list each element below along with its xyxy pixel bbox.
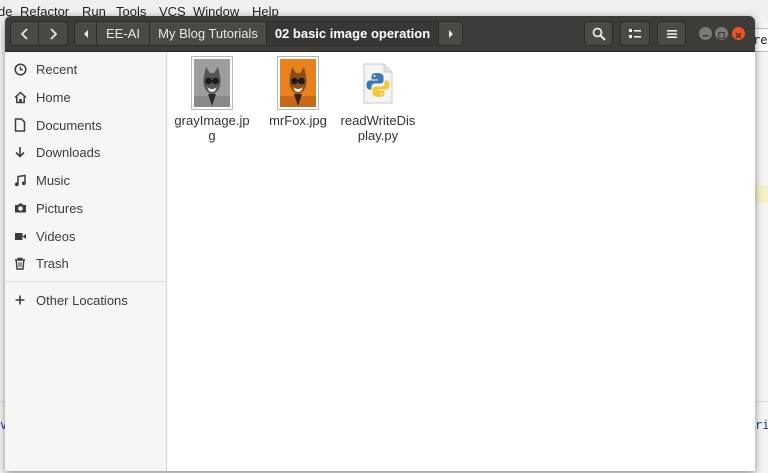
document-icon bbox=[13, 118, 27, 132]
maximize-icon bbox=[718, 32, 725, 39]
header-bar: EE-AI My Blog Tutorials 02 basic image o… bbox=[5, 16, 755, 52]
sidebar-item-other-locations[interactable]: Other Locations bbox=[5, 287, 166, 313]
sidebar-item-music[interactable]: Music bbox=[5, 167, 166, 193]
path-bar: EE-AI My Blog Tutorials 02 basic image o… bbox=[74, 21, 463, 46]
path-scroll-right-button[interactable] bbox=[439, 22, 462, 45]
sidebar-item-label: Documents bbox=[36, 117, 102, 133]
search-button[interactable] bbox=[584, 21, 613, 46]
path-item-current-folder[interactable]: 02 basic image operation bbox=[267, 22, 439, 45]
path-item-ee-ai[interactable]: EE-AI bbox=[97, 22, 150, 45]
file-item-gray-image[interactable]: grayImage.jpg bbox=[174, 56, 250, 143]
file-view: grayImage.jpg mrFox.jpg readWriteDisplay… bbox=[167, 52, 755, 471]
sidebar-item-videos[interactable]: Videos bbox=[5, 223, 166, 249]
ide-highlight bbox=[755, 185, 768, 203]
file-name: readWriteDisplay.py bbox=[340, 113, 416, 143]
chevron-left-icon bbox=[83, 29, 88, 38]
ide-code-fragment-right: ri bbox=[755, 418, 768, 432]
close-button[interactable] bbox=[732, 27, 745, 40]
sidebar-item-documents[interactable]: Documents bbox=[5, 112, 166, 138]
view-options-icon bbox=[629, 28, 641, 38]
menu-button[interactable] bbox=[657, 21, 686, 46]
sidebar-item-recent[interactable]: Recent bbox=[5, 56, 166, 82]
nav-buttons bbox=[10, 21, 69, 46]
sidebar-item-trash[interactable]: Trash bbox=[5, 250, 166, 276]
trash-icon bbox=[13, 256, 27, 270]
video-icon bbox=[13, 229, 27, 243]
hamburger-menu-icon bbox=[666, 29, 677, 38]
file-name: grayImage.jpg bbox=[174, 113, 250, 143]
sidebar-item-home[interactable]: Home bbox=[5, 84, 166, 110]
plus-icon bbox=[13, 293, 27, 307]
clock-icon bbox=[13, 62, 27, 76]
sidebar-item-label: Other Locations bbox=[36, 292, 128, 308]
sidebar-item-label: Recent bbox=[36, 61, 78, 77]
sidebar-item-label: Downloads bbox=[36, 144, 101, 160]
chevron-right-icon bbox=[448, 29, 453, 38]
chevron-left-icon bbox=[20, 27, 28, 40]
view-options-button[interactable] bbox=[620, 21, 650, 46]
file-item-python-script[interactable]: readWriteDisplay.py bbox=[340, 56, 416, 143]
image-thumbnail bbox=[191, 56, 233, 110]
python-file-icon bbox=[357, 56, 399, 110]
download-icon bbox=[13, 145, 27, 159]
camera-icon bbox=[13, 201, 27, 215]
music-icon bbox=[13, 173, 27, 187]
file-name: mrFox.jpg bbox=[269, 113, 327, 128]
sidebar: Recent Home Documents Downloads Music Pi… bbox=[5, 52, 167, 471]
sidebar-divider bbox=[5, 281, 166, 282]
home-icon bbox=[13, 90, 27, 104]
minimize-button[interactable] bbox=[699, 27, 712, 40]
minimize-icon bbox=[702, 35, 709, 37]
file-manager-window: EE-AI My Blog Tutorials 02 basic image o… bbox=[5, 16, 755, 471]
image-thumbnail bbox=[277, 56, 319, 110]
close-icon bbox=[735, 32, 742, 39]
sidebar-item-label: Videos bbox=[36, 228, 76, 244]
sidebar-item-label: Music bbox=[36, 172, 70, 188]
sidebar-item-label: Trash bbox=[36, 255, 69, 271]
file-item-mr-fox[interactable]: mrFox.jpg bbox=[260, 56, 336, 128]
back-button[interactable] bbox=[10, 21, 39, 46]
sidebar-item-label: Pictures bbox=[36, 200, 83, 216]
chevron-right-icon bbox=[50, 27, 58, 40]
sidebar-item-label: Home bbox=[36, 89, 71, 105]
search-icon bbox=[592, 27, 606, 41]
maximize-button[interactable] bbox=[715, 27, 728, 40]
forward-button[interactable] bbox=[39, 21, 68, 46]
sidebar-item-pictures[interactable]: Pictures bbox=[5, 195, 166, 221]
path-scroll-left-button[interactable] bbox=[75, 22, 97, 45]
sidebar-item-downloads[interactable]: Downloads bbox=[5, 139, 166, 165]
path-item-blog-tutorials[interactable]: My Blog Tutorials bbox=[150, 22, 267, 45]
